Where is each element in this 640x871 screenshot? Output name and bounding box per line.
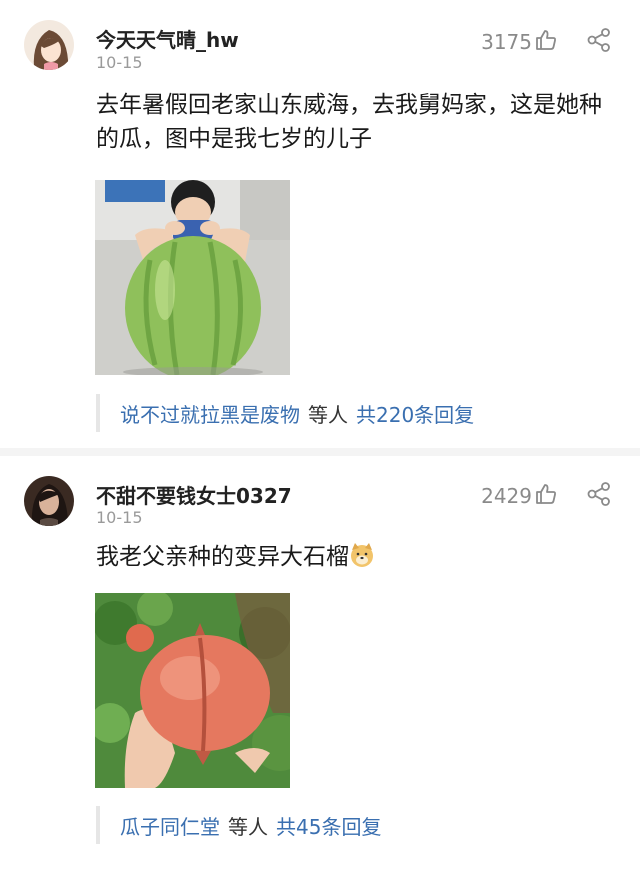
share-icon[interactable] <box>586 27 612 53</box>
user-avatar[interactable] <box>24 20 74 70</box>
comment-text: 我老父亲种的变异大石榴 <box>96 540 616 574</box>
reply-username[interactable]: 说不过就拉黑是废物 <box>120 399 300 428</box>
reply-count[interactable]: 共45条回复 <box>276 811 381 840</box>
like-count: 3175 <box>481 30 532 54</box>
replies-link[interactable]: 瓜子同仁堂 等人 共45条回复 <box>96 806 381 844</box>
share-icon[interactable] <box>586 481 612 507</box>
reply-username[interactable]: 瓜子同仁堂 <box>120 811 220 840</box>
avatar-girl-icon <box>24 20 74 70</box>
comment-photo[interactable] <box>95 593 290 788</box>
like-count: 2429 <box>481 484 532 508</box>
reply-connector: 等人 <box>228 814 268 839</box>
thumbs-up-icon[interactable] <box>534 482 558 506</box>
doge-emoji-icon <box>349 542 375 568</box>
comment-text: 去年暑假回老家山东威海，去我舅妈家，这是她种的瓜，图中是我七岁的儿子 <box>96 92 602 152</box>
comment-date: 10-15 <box>96 508 143 527</box>
thumbs-up-icon[interactable] <box>534 28 558 52</box>
comment-divider <box>0 448 640 456</box>
comment-photo[interactable] <box>95 180 290 375</box>
user-avatar[interactable] <box>24 476 74 526</box>
reply-count[interactable]: 共220条回复 <box>356 399 474 428</box>
comment-item: 今天天气晴_hw 10-15 3175 去年暑假回老家山东威海，去我舅妈家，这是… <box>0 0 640 448</box>
reply-connector: 等人 <box>308 402 348 427</box>
username[interactable]: 不甜不要钱女士0327 <box>96 480 292 509</box>
comment-date: 10-15 <box>96 53 143 72</box>
avatar-woman-icon <box>24 476 74 526</box>
username[interactable]: 今天天气晴_hw <box>96 24 239 53</box>
replies-link[interactable]: 说不过就拉黑是废物 等人 共220条回复 <box>96 394 474 432</box>
comment-text-content: 我老父亲种的变异大石榴 <box>96 544 349 570</box>
comment-item: 不甜不要钱女士0327 10-15 2429 我老父亲种的变异大石榴 瓜子同仁堂… <box>0 456 640 871</box>
